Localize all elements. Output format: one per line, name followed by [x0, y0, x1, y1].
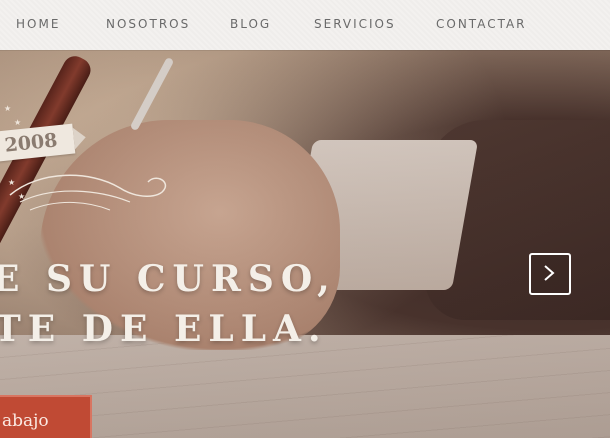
cta-button-label: abajo — [2, 411, 49, 431]
star-icon: ★ — [14, 118, 22, 127]
top-navigation: HOME NOSOTROS BLOG SERVICIOS CONTACTAR — [0, 0, 610, 50]
hero-headline-line1: E SU CURSO, — [0, 258, 337, 300]
hero-overlay — [0, 50, 610, 438]
flourish-ornament-icon — [9, 174, 167, 211]
badge-year: 2008 — [3, 129, 59, 157]
hero-slider — [0, 50, 610, 438]
nav-item-nosotros[interactable]: NOSOTROS — [106, 17, 190, 31]
nav-item-contactar[interactable]: CONTACTAR — [436, 17, 527, 31]
nav-item-home[interactable]: HOME — [16, 17, 60, 31]
nav-item-blog[interactable]: BLOG — [230, 17, 271, 31]
chevron-right-icon — [544, 265, 555, 281]
slider-next-button[interactable] — [529, 253, 571, 295]
nav-item-servicios[interactable]: SERVICIOS — [314, 17, 396, 31]
star-icon: ★ — [4, 104, 12, 113]
cta-button[interactable]: abajo — [0, 395, 92, 438]
page: HOME NOSOTROS BLOG SERVICIOS CONTACTAR ★… — [0, 0, 610, 438]
hero-headline-line2: TE DE ELLA. — [0, 308, 328, 350]
